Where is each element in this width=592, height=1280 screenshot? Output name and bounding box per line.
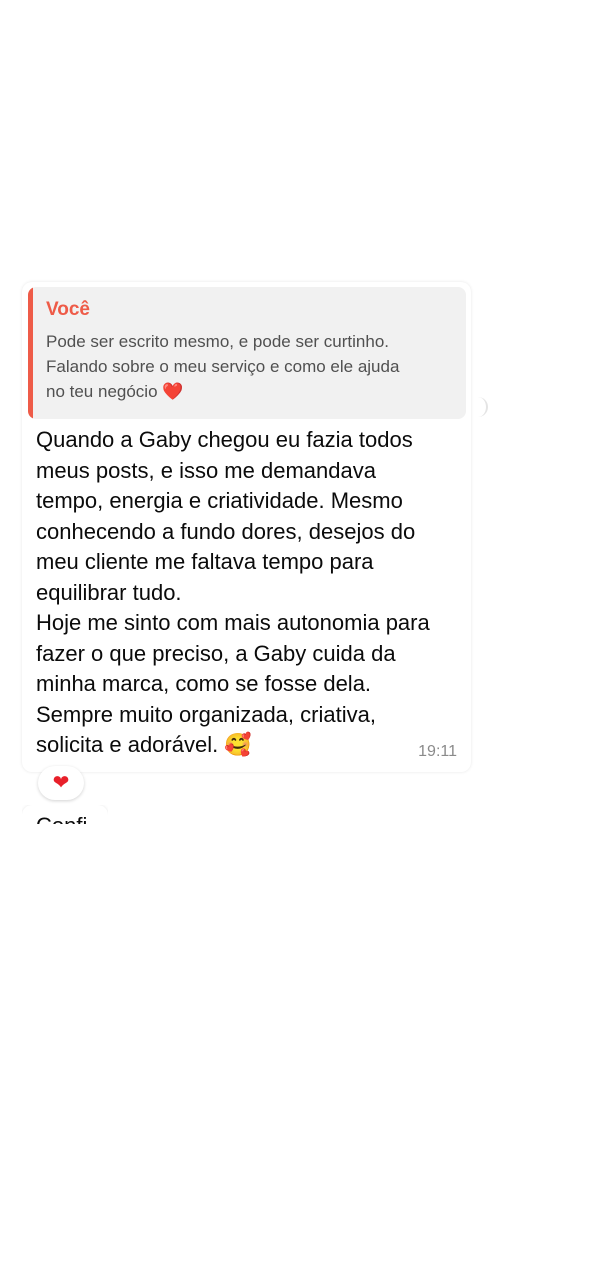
reaction-badge[interactable]: ❤ — [38, 766, 84, 800]
quote-text: Pode ser escrito mesmo, e pode ser curti… — [46, 332, 400, 401]
reply-arrow-icon — [478, 397, 488, 417]
message-bubble[interactable]: Você Pode ser escrito mesmo, e pode ser … — [22, 282, 471, 772]
quoted-reply[interactable]: Você Pode ser escrito mesmo, e pode ser … — [28, 287, 466, 419]
heart-icon: ❤ — [52, 772, 70, 794]
next-message-text: Confi — [36, 813, 87, 824]
next-message-bubble[interactable]: Confi — [22, 805, 108, 824]
quote-author: Você — [46, 299, 91, 320]
message-text: Quando a Gaby chegou eu fazia todos meus… — [36, 427, 430, 757]
quote-accent-bar — [28, 287, 33, 419]
message-timestamp: 19:11 — [418, 743, 457, 760]
next-message-background: Confi — [22, 805, 108, 824]
